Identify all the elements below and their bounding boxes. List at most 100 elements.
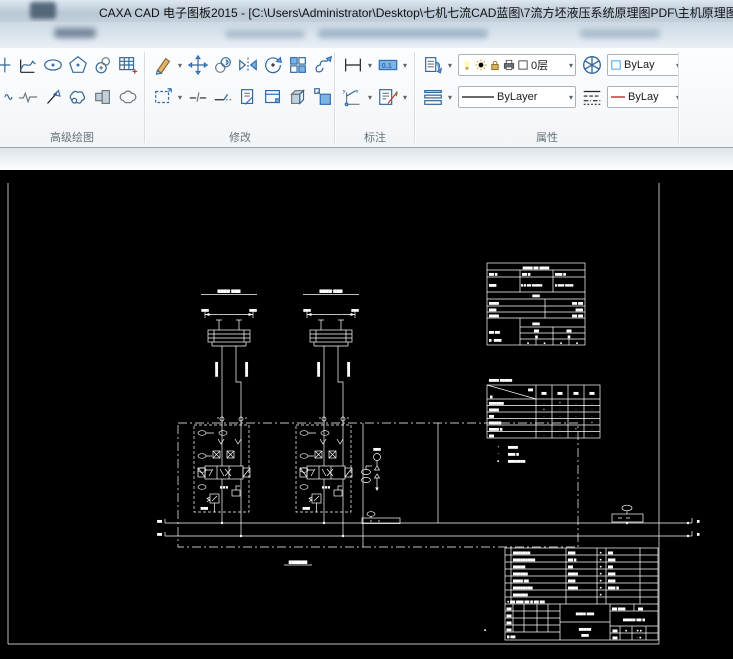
- explode-icon[interactable]: [310, 85, 334, 110]
- extend-icon[interactable]: [210, 85, 235, 110]
- scale-icon[interactable]: [150, 85, 175, 110]
- application-window: CAXA CAD 电子图板2015 - [C:\Users\Administra…: [0, 0, 733, 659]
- delete-pencil-icon[interactable]: [150, 53, 175, 78]
- dropdown-arrow-icon[interactable]: ▾: [445, 61, 455, 70]
- copy-icon[interactable]: [210, 53, 235, 78]
- group-label-modify: 修改: [146, 129, 334, 145]
- svg-text:▆▆: ▆▆: [541, 391, 547, 395]
- svg-text:-+----: -+----: [543, 401, 546, 438]
- clipped-tool-icon[interactable]: [0, 53, 15, 78]
- svg-text:▆▆▆▆▆ ▆▆▆▆▆▆▆▆▆▆▆▆▆▆: ▆▆▆▆▆ ▆▆▆▆▆▆▆▆▆▆▆▆▆▆: [567, 551, 578, 590]
- group-label-properties: 属性: [416, 129, 678, 145]
- tolerance-icon[interactable]: 0.1: [375, 53, 400, 78]
- move-icon[interactable]: [185, 53, 210, 78]
- color-select[interactable]: ByLay ▾: [607, 54, 678, 76]
- svg-text:▆▆ ▆▆: ▆▆ ▆▆: [488, 330, 500, 334]
- ribbon-lower-strip: [0, 148, 733, 170]
- corner-icon[interactable]: [260, 85, 285, 110]
- schematic-caption: ▆▆▆▆▆▆: [284, 559, 312, 565]
- window-title: CAXA CAD 电子图板2015 - [C:\Users\Administra…: [99, 4, 733, 21]
- mirror-icon[interactable]: [235, 53, 260, 78]
- dropdown-arrow-icon[interactable]: ▾: [445, 93, 455, 102]
- schematic-drawing[interactable]: ▆▆▆▆-▆▆▆ ▆▆▆ ▆▆▆ ▆▆▆▆▆▆ ▆▆▆▆▆▆: [0, 170, 733, 659]
- ribbon-tab-strip[interactable]: [0, 22, 733, 48]
- dimension-icon[interactable]: [340, 53, 365, 78]
- ribbon-group-properties: ▾ 0层 ▾ ByLay ▾ ▾: [416, 48, 678, 147]
- svg-text:▆▆▆: ▆▆▆: [372, 447, 381, 451]
- text-edit-icon[interactable]: [375, 85, 400, 110]
- coordinate-dimension-icon[interactable]: xy: [340, 85, 365, 110]
- rotate-icon[interactable]: [260, 53, 285, 78]
- svg-text:▆▆▆▆▆▆▆▆▆▆▆▆▆▆▆▆ ▆: ▆▆▆▆▆▆▆▆▆▆▆▆▆▆▆▆ ▆: [607, 551, 619, 590]
- svg-text:▪ ▪: ▪ ▪: [637, 629, 642, 633]
- sun-icon: [475, 59, 487, 71]
- cloud-icon[interactable]: [115, 85, 140, 110]
- svg-text:y: y: [342, 88, 345, 93]
- svg-text:– ▪: – ▪: [637, 636, 642, 640]
- clipped-wave-icon[interactable]: [0, 85, 15, 110]
- svg-text:▪▪▪▪▪▪▪: ▪▪▪▪▪▪▪: [600, 551, 602, 597]
- block-3d-icon[interactable]: [285, 85, 310, 110]
- bulb-icon: [461, 59, 473, 71]
- layer-select[interactable]: 0层 ▾: [458, 54, 576, 76]
- color-wheel-icon[interactable]: [579, 53, 604, 78]
- arrow-icon[interactable]: [40, 85, 65, 110]
- svg-text:▆▆: ▆▆: [612, 636, 618, 640]
- svg-text:x: x: [355, 88, 358, 93]
- svg-text:+-----: +-----: [559, 401, 562, 438]
- svg-text:▆▆▆: ▆▆▆: [488, 283, 497, 287]
- tangent-circle-icon[interactable]: [90, 53, 115, 78]
- svg-text:▆▆ ▆: ▆▆ ▆: [488, 272, 498, 276]
- trim-icon[interactable]: [235, 85, 260, 110]
- dropdown-arrow-icon[interactable]: ▾: [400, 61, 410, 70]
- drawing-canvas[interactable]: ▆▆▆▆-▆▆▆ ▆▆▆ ▆▆▆ ▆▆▆▆▆▆ ▆▆▆▆▆▆: [0, 170, 733, 659]
- linetype-pattern-icon[interactable]: [579, 85, 604, 110]
- contour-icon[interactable]: [65, 85, 90, 110]
- svg-text:▆: ▆: [696, 532, 700, 536]
- spline-icon[interactable]: [15, 53, 40, 78]
- revolve-solid-icon[interactable]: [90, 85, 115, 110]
- line-width-icon[interactable]: [420, 85, 445, 110]
- blurred-tab: [580, 29, 660, 38]
- linecolor-sample-red: [610, 92, 626, 102]
- group-label-dimension: 标注: [336, 129, 414, 145]
- svg-text:▆▆▆: ▆▆▆: [531, 322, 540, 326]
- stretch-icon[interactable]: [310, 53, 334, 78]
- ellipse-icon[interactable]: [40, 53, 65, 78]
- dropdown-arrow-icon[interactable]: ▾: [175, 61, 185, 70]
- svg-text:▆▆: ▆▆: [156, 519, 162, 523]
- chevron-down-icon[interactable]: ▾: [569, 61, 573, 70]
- chevron-down-icon[interactable]: ▾: [569, 93, 573, 102]
- bus-lines: ▆▆ ▆▆ ▆ ▆: [156, 518, 700, 537]
- title-bar[interactable]: CAXA CAD 电子图板2015 - [C:\Users\Administra…: [0, 0, 733, 22]
- app-icon[interactable]: [30, 2, 56, 19]
- array-icon[interactable]: [285, 53, 310, 78]
- svg-text:▪: ▪: [543, 341, 545, 345]
- svg-text:▆▆▆: ▆▆▆: [531, 294, 540, 298]
- table-icon[interactable]: [115, 53, 140, 78]
- group-separator: [678, 52, 680, 143]
- svg-text:----+-: ----+-: [575, 401, 578, 438]
- svg-text:▆▆▆▆: ▆▆▆▆: [488, 314, 499, 318]
- dropdown-arrow-icon[interactable]: ▾: [400, 93, 410, 102]
- svg-text:▪ ▆▆ ▆▆▆ ▆▆ ▆ ▆▆ ▆▆: ▪ ▆▆ ▆▆▆ ▆▆ ▆ ▆▆ ▆▆: [507, 600, 545, 604]
- color-select-value: ByLay: [624, 59, 674, 71]
- layer-manager-icon[interactable]: [420, 53, 445, 78]
- svg-text:▆ ▆ ▆▆ ▆▆▆▆▆: ▆ ▆ ▆▆ ▆▆▆▆▆: [520, 283, 543, 287]
- dropdown-arrow-icon[interactable]: ▾: [365, 61, 375, 70]
- svg-text:▆▆▆▆▆▆▆▆: ▆▆▆▆▆▆▆▆: [578, 627, 592, 637]
- svg-text:▪: ▪: [527, 341, 529, 345]
- svg-text:▆▆: ▆▆: [527, 388, 533, 392]
- dropdown-arrow-icon[interactable]: ▾: [365, 93, 375, 102]
- svg-text:▆▆▆▆▆▆▆▆▆▆▆▆▆▆▆▆▆▆▆▆▆ ▆▆▆: ▆▆▆▆▆▆▆▆▆▆▆▆▆▆▆▆▆▆▆▆▆ ▆▆▆: [488, 401, 504, 438]
- svg-text:+: +: [497, 445, 500, 449]
- ribbon-group-advanced-draw: 高级绘图: [0, 48, 144, 147]
- linetype-select[interactable]: ByLayer ▾: [458, 86, 576, 108]
- linecolor-select[interactable]: ByLay ▾: [607, 86, 678, 108]
- dropdown-arrow-icon[interactable]: ▾: [175, 93, 185, 102]
- svg-text:▆▆▆: ▆▆▆: [575, 308, 584, 312]
- break-icon[interactable]: [185, 85, 210, 110]
- polygon-icon[interactable]: [65, 53, 90, 78]
- zigzag-line-icon[interactable]: [15, 85, 40, 110]
- svg-text:▆▆▆▆: ▆▆▆▆: [507, 445, 518, 449]
